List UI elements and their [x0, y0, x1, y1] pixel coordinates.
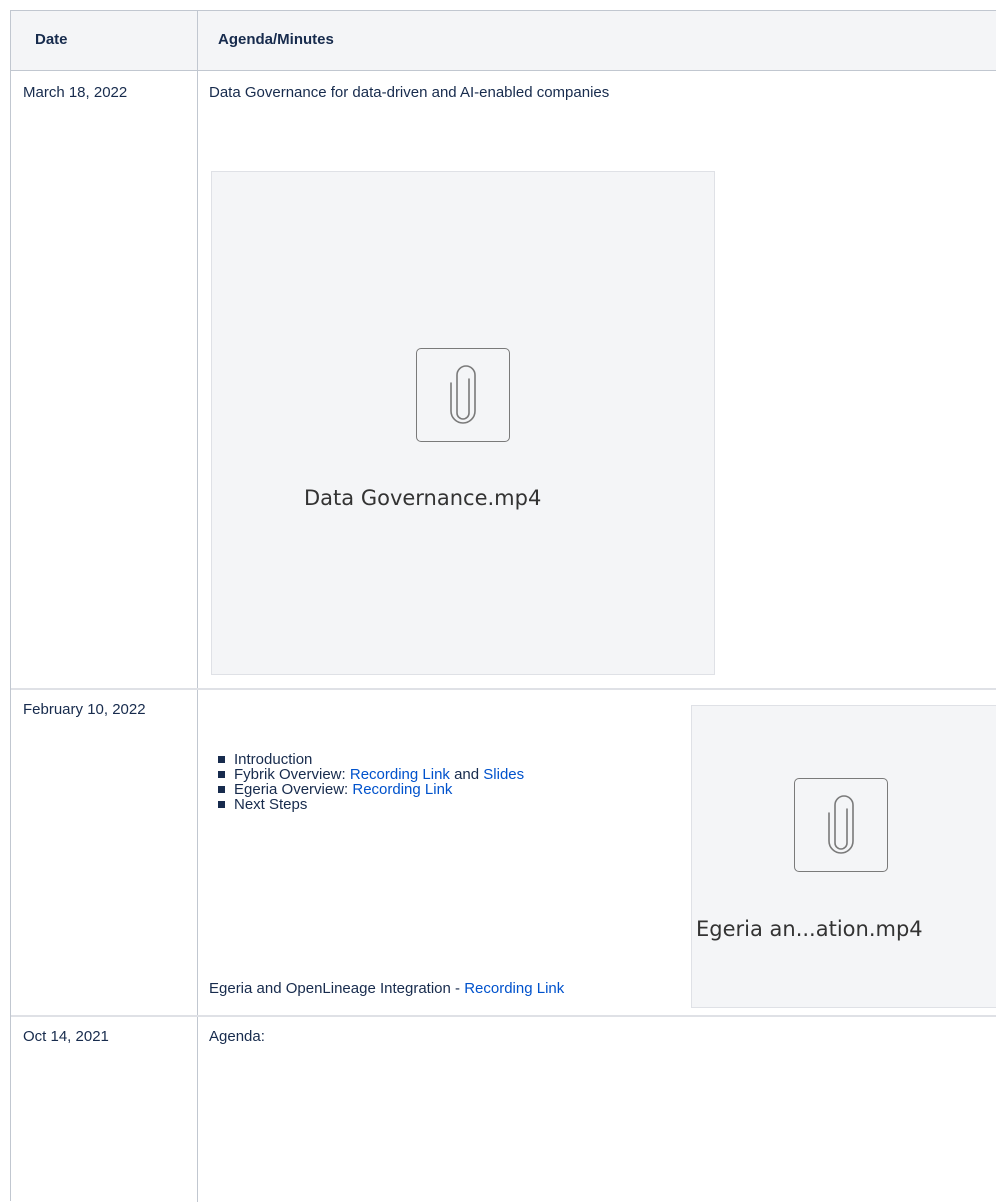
list-item-text: and: [449, 766, 484, 783]
paperclip-icon: [450, 365, 476, 424]
meetings-table: Date Agenda/Minutes March 18, 2022 Data …: [10, 10, 996, 1202]
list-item: Introduction: [218, 752, 524, 767]
recording-link[interactable]: Recording Link: [464, 980, 564, 997]
attachment-icon-frame: [416, 348, 510, 442]
row-2-text: Egeria and OpenLineage Integration -: [209, 980, 465, 997]
video-attachment-data-governance[interactable]: Data Governance.mp4: [211, 171, 715, 675]
list-item-text: Next Steps: [234, 796, 308, 813]
list-item: Next Steps: [218, 797, 524, 812]
paperclip-icon: [828, 795, 854, 854]
row-divider: [11, 1015, 996, 1017]
agenda-label: Agenda:: [209, 1028, 265, 1045]
agenda-list: Introduction Fybrik Overview: Recording …: [218, 752, 524, 812]
row-1-title: Data Governance for data-driven and AI-e…: [209, 84, 610, 101]
egeria-recording-link[interactable]: Recording Link: [352, 781, 452, 798]
attachment-icon-frame: [794, 778, 888, 872]
row-divider: [11, 688, 996, 690]
row-1-date: March 18, 2022: [23, 84, 128, 101]
table-header-row: [11, 11, 996, 71]
list-item: Fybrik Overview: Recording Link and Slid…: [218, 767, 524, 782]
row-2-description: Egeria and OpenLineage Integration - Rec…: [209, 980, 564, 998]
video-attachment-egeria[interactable]: Egeria an...ation.mp4: [691, 705, 996, 1008]
attachment-filename: Egeria an...ation.mp4: [696, 917, 923, 941]
column-divider: [197, 11, 198, 1202]
row-2-date: February 10, 2022: [23, 701, 146, 718]
date-column-header: Date: [35, 31, 68, 48]
agenda-column-header: Agenda/Minutes: [218, 31, 334, 48]
row-3-date: Oct 14, 2021: [23, 1028, 109, 1045]
attachment-filename: Data Governance.mp4: [304, 486, 542, 510]
list-item: Egeria Overview: Recording Link: [218, 782, 524, 797]
fybrik-slides-link[interactable]: Slides: [483, 766, 524, 783]
